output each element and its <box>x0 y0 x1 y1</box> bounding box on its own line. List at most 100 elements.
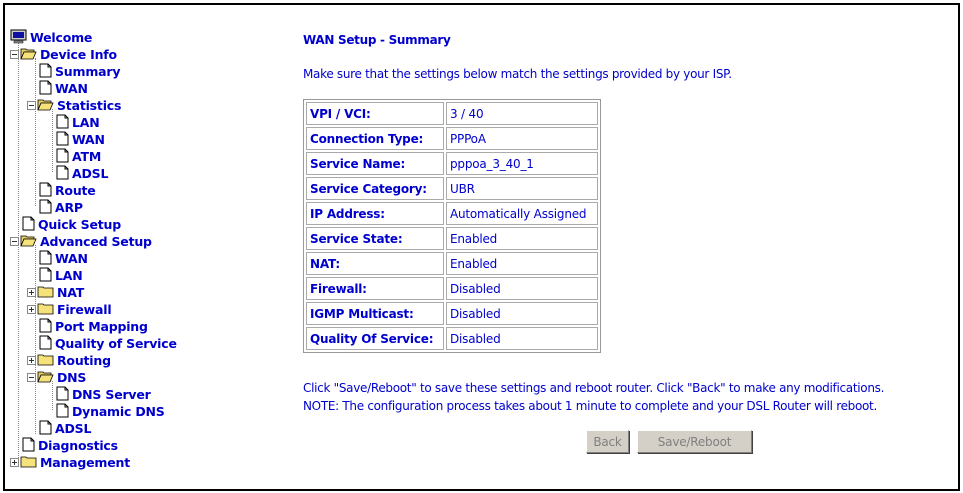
save-reboot-button[interactable]: Save/Reboot <box>637 430 752 453</box>
table-row: Service State: Enabled <box>306 227 598 250</box>
tree-label[interactable]: Summary <box>55 64 121 79</box>
field-value: Disabled <box>446 327 598 350</box>
tree-item-nat[interactable]: NAT <box>27 283 84 300</box>
folder-icon <box>37 352 54 369</box>
expand-icon[interactable] <box>27 305 36 314</box>
collapse-icon[interactable] <box>27 101 36 110</box>
folder-open-icon <box>20 46 37 63</box>
tree-item-dynamic-dns[interactable]: Dynamic DNS <box>56 402 165 419</box>
tree-item-port-mapping[interactable]: Port Mapping <box>39 317 148 334</box>
tree-item-dns-server[interactable]: DNS Server <box>56 385 151 402</box>
document-icon <box>39 182 52 200</box>
field-label: Service State: <box>306 227 444 250</box>
tree-label[interactable]: Quick Setup <box>38 217 121 232</box>
tree-line <box>35 245 36 434</box>
page-frame: Welcome Device Info Summary WAN Statisti… <box>3 3 960 491</box>
tree-label[interactable]: Firewall <box>57 302 112 317</box>
tree-line <box>35 58 36 206</box>
tree-label[interactable]: Management <box>40 455 130 470</box>
tree-label[interactable]: LAN <box>72 115 100 130</box>
tree-item-adv-adsl[interactable]: ADSL <box>39 419 91 436</box>
document-icon <box>56 148 69 166</box>
tree-item-summary[interactable]: Summary <box>39 62 121 81</box>
tree-item-route[interactable]: Route <box>39 181 96 198</box>
tree-label[interactable]: Port Mapping <box>55 319 148 334</box>
table-row: IP Address: Automatically Assigned <box>306 202 598 225</box>
table-row: Service Name: pppoa_3_40_1 <box>306 152 598 175</box>
field-value: Enabled <box>446 227 598 250</box>
tree-item-stat-adsl[interactable]: ADSL <box>56 164 108 181</box>
tree-label[interactable]: Advanced Setup <box>40 234 152 249</box>
tree-label[interactable]: NAT <box>57 285 84 300</box>
tree-item-wan[interactable]: WAN <box>39 79 88 96</box>
tree-item-statistics[interactable]: Statistics <box>27 96 121 113</box>
document-icon <box>56 386 69 404</box>
document-icon <box>39 335 52 353</box>
back-button[interactable]: Back <box>586 430 629 453</box>
tree-label[interactable]: Quality of Service <box>55 336 177 351</box>
tree-label[interactable]: WAN <box>55 81 88 96</box>
tree-item-adv-lan[interactable]: LAN <box>39 266 83 283</box>
field-value: PPPoA <box>446 127 598 150</box>
field-value: Disabled <box>446 277 598 300</box>
tree-item-welcome[interactable]: Welcome <box>10 28 92 45</box>
tree-label[interactable]: Device Info <box>40 47 117 62</box>
tree-item-stat-atm[interactable]: ATM <box>56 147 101 164</box>
tree-item-advanced-setup[interactable]: Advanced Setup <box>10 232 152 249</box>
folder-icon <box>37 284 54 301</box>
table-row: VPI / VCI: 3 / 40 <box>306 102 598 125</box>
tree-item-dns[interactable]: DNS <box>27 368 86 385</box>
tree-label[interactable]: Statistics <box>57 98 121 113</box>
tree-label[interactable]: Routing <box>57 353 111 368</box>
tree-label[interactable]: Dynamic DNS <box>72 404 165 419</box>
table-row: NAT: Enabled <box>306 252 598 275</box>
tree-label[interactable]: Welcome <box>30 30 92 45</box>
folder-open-icon <box>20 233 37 250</box>
tree-label[interactable]: ARP <box>55 200 83 215</box>
expand-icon[interactable] <box>27 356 36 365</box>
field-value: Disabled <box>446 302 598 325</box>
field-label: VPI / VCI: <box>306 102 444 125</box>
field-label: Service Category: <box>306 177 444 200</box>
folder-icon <box>20 454 37 471</box>
collapse-icon[interactable] <box>27 373 36 382</box>
field-value: Automatically Assigned <box>446 202 598 225</box>
expand-icon[interactable] <box>10 458 19 467</box>
intro-text: Make sure that the settings below match … <box>303 67 732 81</box>
tree-label[interactable]: DNS Server <box>72 387 151 402</box>
document-icon <box>56 131 69 149</box>
collapse-icon[interactable] <box>10 50 19 59</box>
document-icon <box>39 199 52 217</box>
tree-label[interactable]: LAN <box>55 268 83 283</box>
field-label: Firewall: <box>306 277 444 300</box>
tree-label[interactable]: DNS <box>57 370 86 385</box>
tree-item-diagnostics[interactable]: Diagnostics <box>22 436 118 453</box>
tree-line <box>18 41 19 464</box>
tree-item-adv-wan[interactable]: WAN <box>39 249 88 266</box>
document-icon <box>56 165 69 183</box>
tree-label[interactable]: Route <box>55 183 96 198</box>
tree-label[interactable]: Diagnostics <box>38 438 118 453</box>
tree-item-qos[interactable]: Quality of Service <box>39 334 177 351</box>
tree-label[interactable]: WAN <box>55 251 88 266</box>
field-label: IGMP Multicast: <box>306 302 444 325</box>
field-label: Service Name: <box>306 152 444 175</box>
tree-label[interactable]: ADSL <box>72 166 108 181</box>
computer-icon <box>10 29 27 47</box>
tree-item-routing[interactable]: Routing <box>27 351 111 368</box>
tree-item-arp[interactable]: ARP <box>39 198 83 215</box>
collapse-icon[interactable] <box>10 237 19 246</box>
tree-item-management[interactable]: Management <box>10 453 130 470</box>
tree-label[interactable]: ADSL <box>55 421 91 436</box>
tree-label[interactable]: WAN <box>72 132 105 147</box>
tree-item-quick-setup[interactable]: Quick Setup <box>22 215 121 232</box>
tree-item-stat-lan[interactable]: LAN <box>56 113 100 130</box>
expand-icon[interactable] <box>27 288 36 297</box>
document-icon <box>56 114 69 132</box>
tree-item-device-info[interactable]: Device Info <box>10 45 117 62</box>
tree-item-firewall[interactable]: Firewall <box>27 300 112 317</box>
tree-item-stat-wan[interactable]: WAN <box>56 130 105 147</box>
document-icon <box>39 63 52 81</box>
field-label: Connection Type: <box>306 127 444 150</box>
tree-label[interactable]: ATM <box>72 149 101 164</box>
